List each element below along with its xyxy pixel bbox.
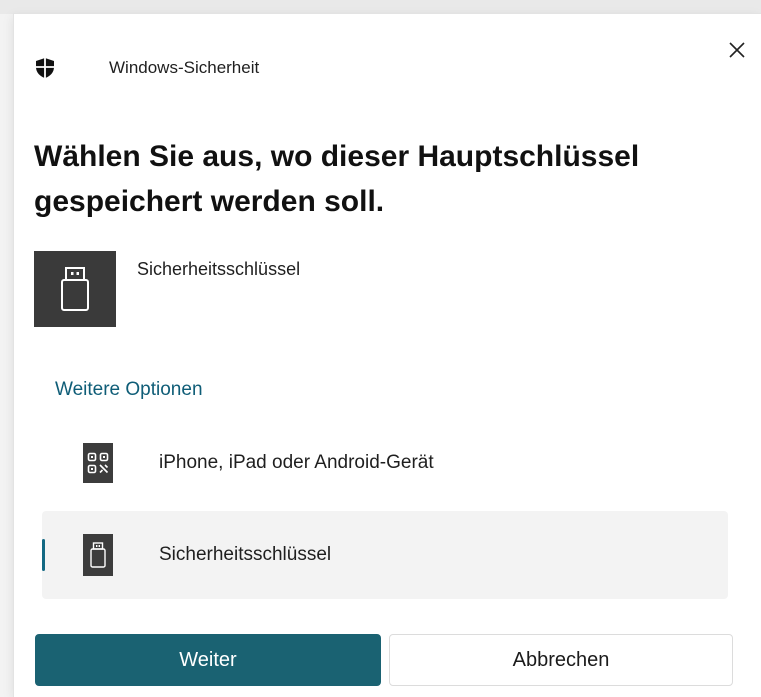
continue-button[interactable]: Weiter: [35, 634, 381, 686]
shield-icon: [34, 57, 56, 79]
close-button[interactable]: [723, 36, 751, 64]
close-icon: [729, 42, 745, 58]
option-label: Sicherheitsschlüssel: [159, 544, 332, 565]
usb-key-icon: [83, 534, 113, 576]
option-phone-device[interactable]: iPhone, iPad oder Android-Gerät: [42, 419, 728, 507]
page-title: Wählen Sie aus, wo dieser Hauptschlüssel…: [34, 140, 640, 218]
title-bar: Windows-Sicherheit: [34, 54, 259, 82]
usb-key-icon: [34, 251, 116, 327]
cancel-button[interactable]: Abbrechen: [389, 634, 733, 686]
app-title: Windows-Sicherheit: [109, 58, 260, 77]
option-label: iPhone, iPad oder Android-Gerät: [159, 452, 434, 473]
qr-code-icon: [83, 443, 113, 483]
selected-device: Sicherheitsschlüssel: [34, 251, 300, 327]
selected-device-label: Sicherheitsschlüssel: [137, 259, 301, 279]
more-options-heading: Weitere Optionen: [55, 379, 203, 400]
option-security-key[interactable]: Sicherheitsschlüssel: [42, 511, 728, 599]
passkey-dialog: Windows-Sicherheit Wählen Sie aus, wo di…: [14, 14, 761, 697]
selection-indicator: [42, 539, 45, 571]
background-window-strip: [0, 0, 761, 14]
